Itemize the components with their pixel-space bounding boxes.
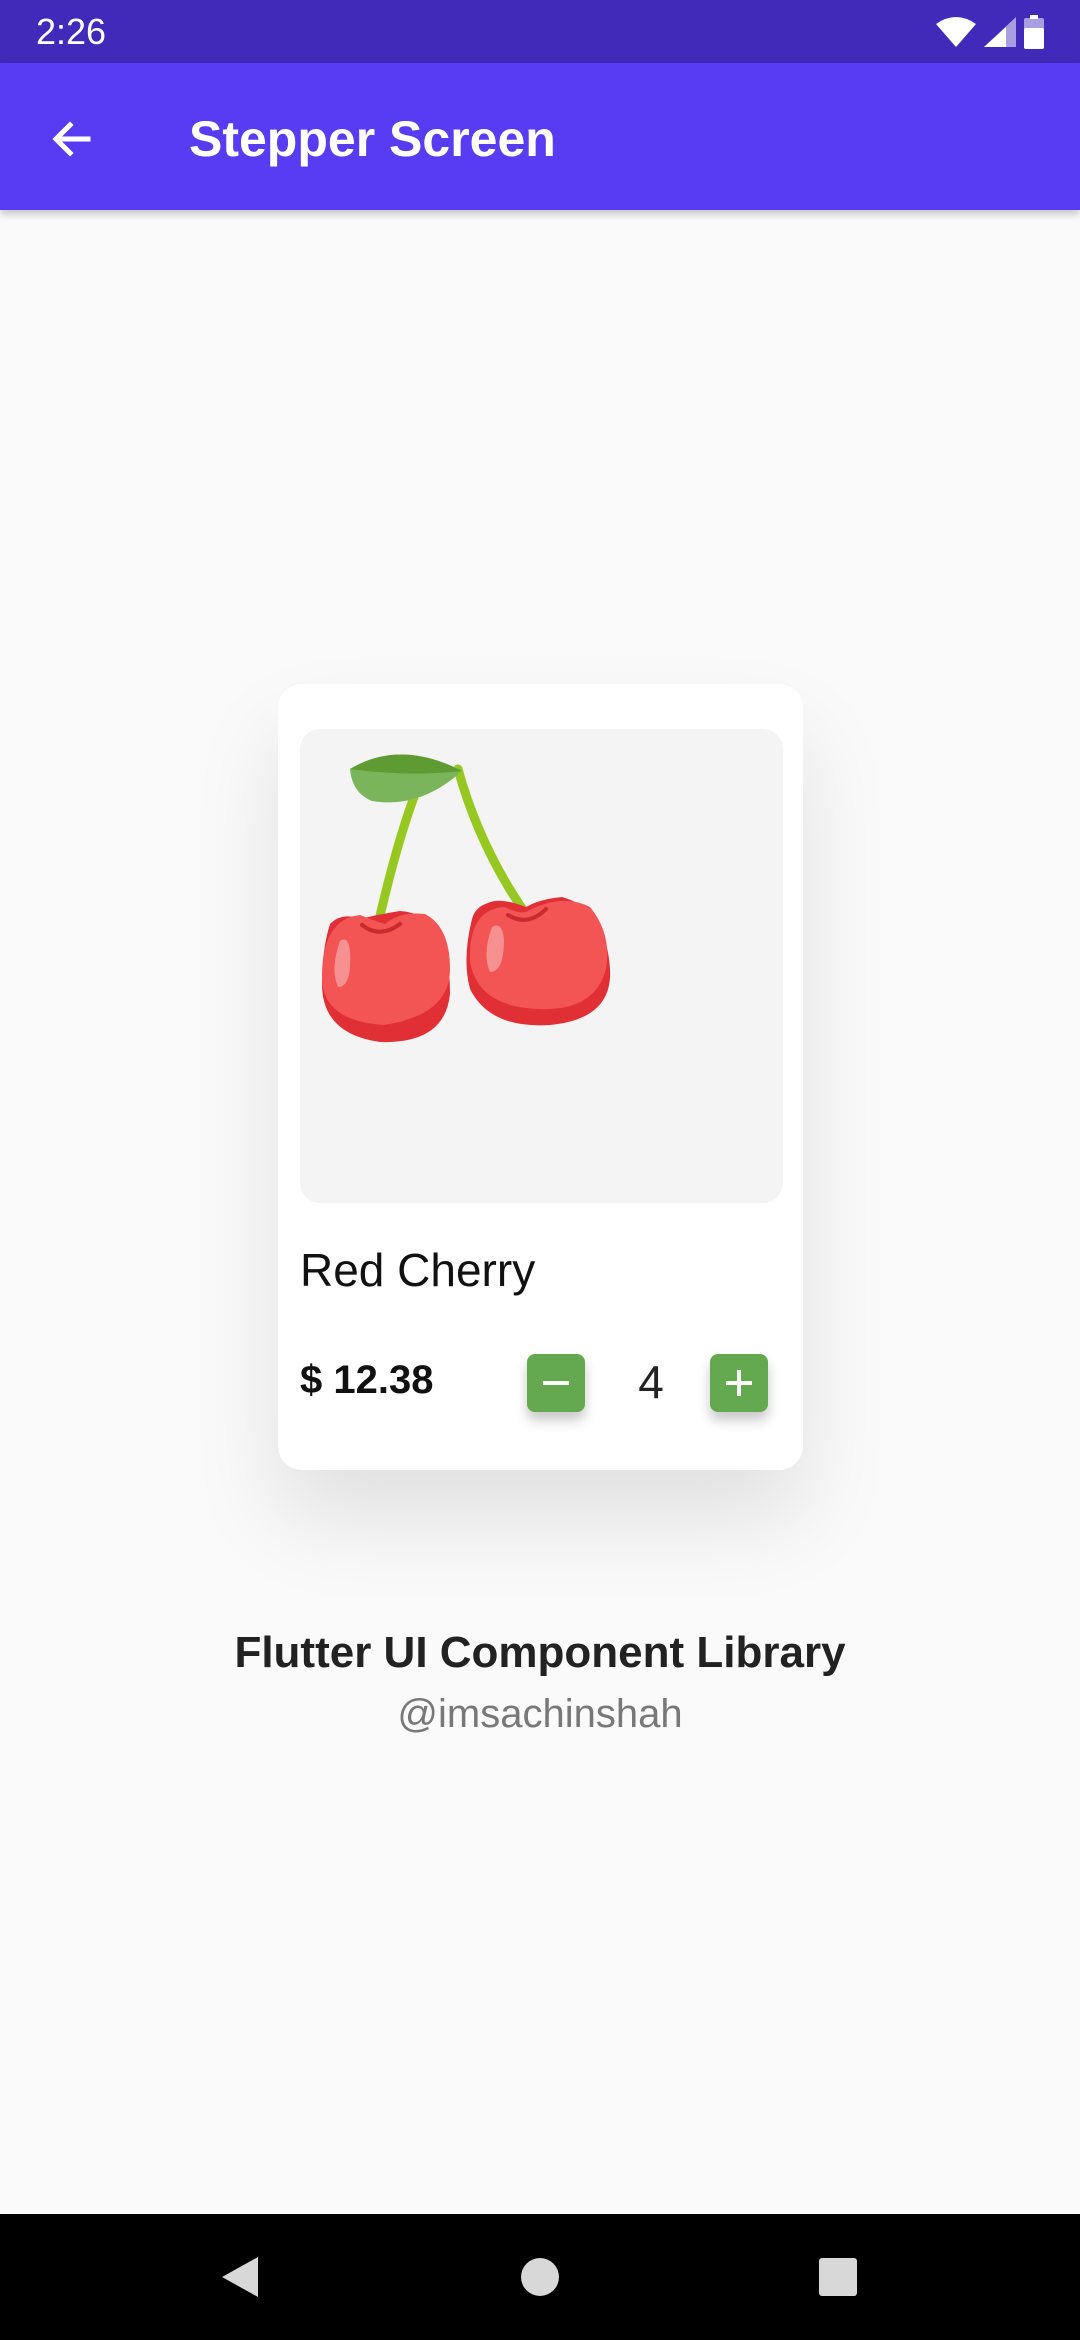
wifi-icon	[936, 17, 976, 47]
nav-home-button[interactable]	[510, 2247, 570, 2307]
signal-icon	[984, 17, 1016, 47]
product-price: $ 12.38	[300, 1358, 434, 1402]
plus-icon	[726, 1370, 752, 1396]
increment-button[interactable]	[710, 1354, 768, 1412]
cherry-image	[322, 754, 611, 1043]
app-bar: Stepper Screen	[0, 63, 1080, 210]
product-name: Red Cherry	[300, 1244, 536, 1296]
minus-icon	[543, 1381, 569, 1385]
nav-recents-icon	[819, 2258, 857, 2296]
app-bar-title: Stepper Screen	[189, 111, 556, 167]
product-card: Red Cherry $ 12.38 4	[278, 684, 803, 1470]
nav-back-button[interactable]	[210, 2247, 270, 2307]
nav-home-icon	[521, 2258, 559, 2296]
nav-back-icon	[222, 2257, 258, 2297]
quantity-value: 4	[638, 1356, 664, 1408]
decrement-button[interactable]	[527, 1354, 585, 1412]
status-icons	[936, 14, 1044, 50]
footer-handle: @imsachinshah	[397, 1692, 683, 1736]
battery-icon	[1024, 15, 1044, 49]
product-image-container	[300, 729, 783, 1203]
nav-recents-button[interactable]	[808, 2247, 868, 2307]
status-bar: 2:26	[0, 0, 1080, 63]
status-time: 2:26	[36, 11, 107, 52]
navigation-bar	[0, 2214, 1080, 2340]
back-button[interactable]	[36, 103, 108, 175]
arrow-back-icon	[52, 121, 91, 157]
footer-title: Flutter UI Component Library	[234, 1628, 846, 1677]
